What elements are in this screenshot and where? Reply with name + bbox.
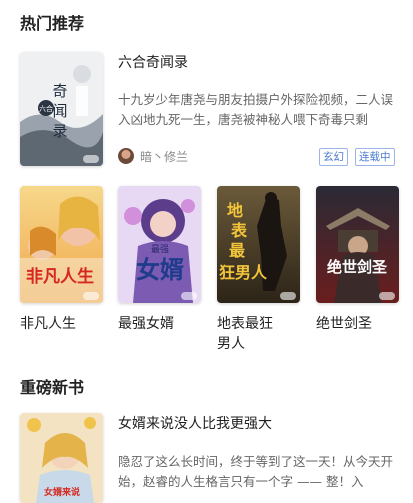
new-book-cover[interactable]: 女婿来说 — [20, 413, 103, 503]
book-label-zuiqiang[interactable]: 最强女婿 — [118, 314, 208, 334]
svg-text:表: 表 — [230, 221, 248, 240]
author-name: 暗丶修兰 — [140, 149, 189, 164]
book-cover-dibiao[interactable]: 地 表 最 狂男人 — [217, 186, 300, 303]
svg-text:绝世剑圣: 绝世剑圣 — [327, 258, 388, 276]
featured-cover-subtitle: 六合 — [39, 104, 53, 113]
featured-cover-title-2: 闻 — [52, 102, 67, 120]
featured-cover-title-3: 录 — [52, 122, 67, 140]
genre-tag: 玄幻 — [319, 148, 348, 166]
featured-book-cover[interactable]: 奇 闻 录 六合 — [20, 52, 103, 166]
author-avatar — [118, 148, 134, 164]
svg-text:地: 地 — [227, 201, 243, 220]
svg-text:最: 最 — [229, 241, 246, 260]
svg-text:最强: 最强 — [151, 244, 169, 255]
svg-text:狂男人: 狂男人 — [219, 263, 268, 282]
book-cover-feifan[interactable]: 非凡人生 — [20, 186, 103, 303]
svg-text:女婿: 女婿 — [136, 256, 184, 284]
book-label-dibiao[interactable]: 地表最狂男人 — [217, 314, 277, 354]
svg-text:女婿来说: 女婿来说 — [44, 486, 80, 498]
new-book-description: 隐忍了这么长时间，终于等到了这一天！从今天开始，赵睿的人生格言只有一个字 —— … — [118, 454, 394, 489]
book-label-jueshi[interactable]: 绝世剑圣 — [316, 314, 406, 334]
new-section-title: 重磅新书 — [20, 378, 85, 397]
book-cover-zuiqiang[interactable]: 最强 女婿 — [118, 186, 201, 303]
featured-author: 暗丶修兰 — [118, 147, 188, 165]
featured-book-description: 十九岁少年唐尧与朋友拍摄户外探险视频，二人误入凶地九死一生，唐尧被神秘人喂下奇毒… — [118, 92, 394, 127]
featured-cover-title-1: 奇 — [52, 82, 67, 100]
status-tag: 连载中 — [355, 148, 395, 166]
svg-text:非凡人生: 非凡人生 — [26, 266, 94, 287]
hot-section-title: 热门推荐 — [20, 14, 85, 33]
book-cover-jueshi[interactable]: 绝世剑圣 — [316, 186, 399, 303]
new-book-title[interactable]: 女婿来说没人比我更强大 — [118, 413, 272, 433]
featured-book-title[interactable]: 六合奇闻录 — [118, 52, 188, 72]
book-label-feifan[interactable]: 非凡人生 — [20, 314, 110, 334]
